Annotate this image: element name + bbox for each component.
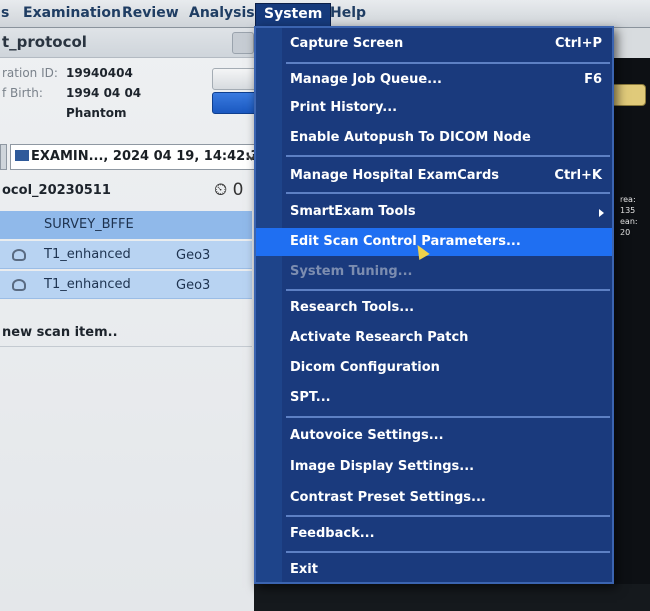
- patient-panel: t_protocol ration ID: 19940404 f Birth: …: [0, 28, 265, 611]
- menu-system-partial[interactable]: s: [1, 5, 9, 21]
- menu-item-feedback[interactable]: Feedback...: [282, 520, 612, 548]
- shortcut-label: Ctrl+P: [554, 36, 602, 51]
- scan-item-geo: Geo3: [176, 248, 211, 263]
- scan-item[interactable]: T1_enhanced Geo3: [0, 241, 252, 269]
- menu-item-manage-job-queue[interactable]: Manage Job Queue... F6: [282, 66, 612, 94]
- menu-item-system-tuning: System Tuning...: [290, 264, 413, 279]
- birth-label: f Birth:: [2, 86, 43, 100]
- menu-item-edit-scan-control-parameters[interactable]: Edit Scan Control Parameters...: [256, 228, 612, 256]
- registration-id-value: 19940404: [66, 66, 133, 80]
- scan-item-name: T1_enhanced: [44, 247, 131, 262]
- menu-bar: s Examination Review Analysis System Hel…: [0, 0, 650, 28]
- scan-type-icon: [12, 279, 26, 291]
- menu-separator: [286, 416, 610, 418]
- timer-value: 0: [232, 180, 244, 200]
- examination-select-value: EXAMIN..., 2024 04 19, 14:42:34: [31, 149, 260, 164]
- scan-item-name: SURVEY_BFFE: [44, 217, 134, 232]
- patient-name: Phantom: [66, 106, 127, 120]
- menu-analysis[interactable]: Analysis: [189, 5, 255, 21]
- birth-value: 1994 04 04: [66, 86, 142, 100]
- scan-type-icon: [12, 249, 26, 261]
- scan-item-name: T1_enhanced: [44, 277, 131, 292]
- shortcut-label: F6: [584, 72, 602, 87]
- scan-item[interactable]: T1_enhanced Geo3: [0, 271, 252, 299]
- bottom-area: [254, 584, 650, 611]
- menu-examination[interactable]: Examination: [23, 5, 121, 21]
- menu-review[interactable]: Review: [122, 5, 179, 21]
- menu-item-research-tools[interactable]: Research Tools...: [282, 294, 612, 322]
- menu-separator: [286, 551, 610, 553]
- measurement-readout: rea: 135 ean: 20: [620, 195, 638, 237]
- submenu-arrow-icon: [599, 209, 604, 217]
- menu-item-spt[interactable]: SPT...: [282, 384, 612, 412]
- menu-item-enable-autopush[interactable]: Enable Autopush To DICOM Node: [282, 124, 612, 152]
- divider: [0, 346, 252, 347]
- menu-help[interactable]: Help: [330, 5, 366, 21]
- system-menu: Capture Screen Ctrl+P Manage Job Queue...…: [254, 26, 614, 584]
- protocol-row: ocol_20230511 ⏲ 0: [0, 178, 265, 204]
- menu-item-image-display-settings[interactable]: Image Display Settings...: [282, 453, 612, 481]
- registration-id-label: ration ID:: [2, 66, 58, 80]
- protocol-title: t_protocol: [2, 33, 87, 51]
- shortcut-label: Ctrl+K: [554, 168, 602, 183]
- menu-item-capture-screen[interactable]: Capture Screen Ctrl+P: [282, 30, 612, 58]
- menu-separator: [286, 155, 610, 157]
- menu-item-smartexam-tools[interactable]: SmartExam Tools: [282, 198, 612, 226]
- exam-nav-button[interactable]: [0, 144, 7, 170]
- examination-select[interactable]: EXAMIN..., 2024 04 19, 14:42:34: [10, 144, 260, 170]
- menu-item-print-history[interactable]: Print History...: [282, 94, 612, 122]
- new-scan-item[interactable]: new scan item..: [2, 325, 118, 340]
- menu-item-autovoice-settings[interactable]: Autovoice Settings...: [282, 422, 612, 450]
- protocol-title-bar: t_protocol: [0, 28, 265, 58]
- menu-system[interactable]: System: [255, 3, 332, 27]
- menu-separator: [286, 515, 610, 517]
- scan-item[interactable]: SURVEY_BFFE: [0, 211, 252, 239]
- menu-item-manage-examcards[interactable]: Manage Hospital ExamCards Ctrl+K: [282, 162, 612, 190]
- protocol-name: ocol_20230511: [2, 183, 111, 198]
- menu-item-activate-research-patch[interactable]: Activate Research Patch: [282, 324, 612, 352]
- menu-separator: [286, 289, 610, 291]
- menu-separator: [286, 62, 610, 64]
- menu-item-exit[interactable]: Exit: [282, 556, 612, 584]
- scan-item-geo: Geo3: [176, 278, 211, 293]
- exam-icon: [15, 150, 29, 161]
- menu-separator: [286, 192, 610, 194]
- menu-gutter: [256, 28, 282, 582]
- patient-icon[interactable]: [232, 32, 254, 54]
- timer-icon: ⏲ 0: [214, 180, 244, 200]
- menu-item-dicom-configuration[interactable]: Dicom Configuration: [282, 354, 612, 382]
- menu-item-contrast-preset-settings[interactable]: Contrast Preset Settings...: [282, 484, 612, 512]
